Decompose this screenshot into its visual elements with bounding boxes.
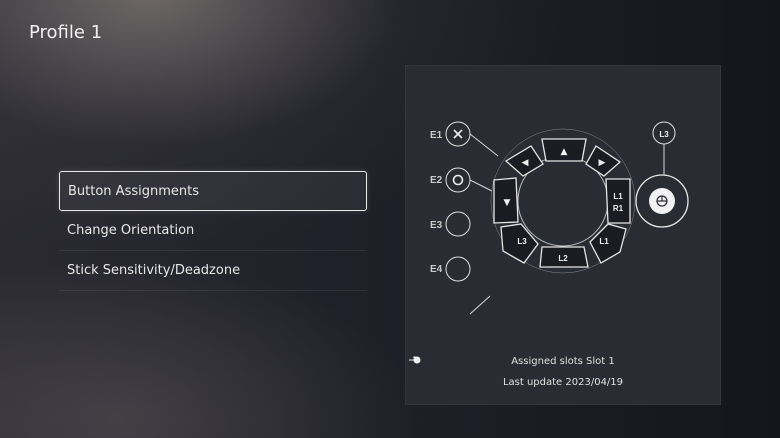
last-update-label: Last update [502, 377, 563, 388]
ring-label-l1: L1 [599, 237, 609, 246]
last-update-row: Last update 2023/04/19 [406, 377, 720, 388]
ring-label-l2: L2 [558, 254, 568, 263]
assigned-slots-label: Assigned slots [511, 356, 583, 367]
ring-label-right: ▶ [599, 158, 606, 168]
stick-label: L3 [659, 130, 669, 139]
ring-label-left: ◀ [522, 158, 529, 168]
assigned-slots-row: Assigned slots Slot 1 [406, 356, 720, 367]
page-title: Profile 1 [29, 22, 103, 43]
ring-label-up: ▲ [561, 147, 568, 157]
expansion-label-e3: E3 [430, 220, 443, 231]
expansion-port-e2 [445, 167, 471, 193]
expansion-label-e4: E4 [430, 264, 443, 275]
expansion-port-e3 [445, 211, 471, 237]
menu-item-button-assignments[interactable]: Button Assignments [59, 171, 367, 211]
expansion-label-e2: E2 [430, 175, 443, 186]
expansion-port-e4 [445, 256, 471, 282]
slot-value: Slot 1 [586, 356, 615, 367]
controller-diagram: E1 E2 E3 E4 ◀ ▲ ▶ ▼ L1 R1 L3 L2 L1 L3 [430, 121, 689, 315]
last-update-date: 2023/04/19 [565, 377, 624, 388]
ring-label-l1r1-bottom: R1 [613, 204, 624, 213]
ring-button-l1r1 [605, 178, 631, 224]
settings-menu: Button Assignments Change Orientation St… [59, 171, 367, 291]
controller-preview-panel: E1 E2 E3 E4 ◀ ▲ ▶ ▼ L1 R1 L3 L2 L1 L3 As… [405, 65, 721, 405]
slot-icon [409, 356, 421, 364]
ring-label-down: ▼ [504, 198, 511, 208]
ring-label-l3: L3 [517, 237, 527, 246]
ring-label-l1r1-top: L1 [613, 192, 623, 201]
menu-item-change-orientation[interactable]: Change Orientation [59, 211, 367, 251]
expansion-label-e1: E1 [430, 130, 443, 141]
menu-item-stick-sensitivity[interactable]: Stick Sensitivity/Deadzone [59, 251, 367, 291]
